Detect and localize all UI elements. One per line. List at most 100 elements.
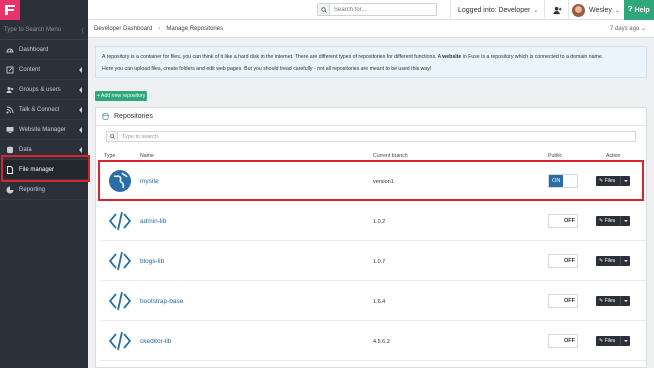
files-button[interactable]: ✎ Files [596, 336, 630, 346]
dashboard-icon [6, 46, 14, 54]
caret-left-icon [79, 87, 82, 93]
sidebar-item-label: Talk & Connect [19, 106, 60, 113]
files-button[interactable]: ✎ Files [596, 296, 630, 306]
repository-name-link[interactable]: ckeditor-lib [140, 338, 171, 345]
app-logo[interactable] [0, 0, 20, 20]
help-label: Help [634, 6, 650, 14]
info-line-2: Here you can upload files, create folder… [102, 66, 432, 72]
code-icon [108, 249, 132, 273]
search-icon [107, 132, 118, 141]
sidebar-item-label: Reporting [19, 186, 46, 193]
files-label: Files [604, 298, 616, 304]
current-branch: 1.0.7 [373, 259, 386, 265]
files-dropdown-toggle[interactable] [620, 336, 630, 346]
filter-placeholder: Type to search [122, 133, 159, 140]
toggle-off-label: OFF [564, 218, 575, 224]
table-row[interactable]: ckeditor-lib 4.5.6.2 OFF ✎ Files [100, 323, 646, 361]
highlight-box-file-manager [1, 155, 90, 182]
sidebar-item-reporting[interactable]: Reporting [0, 180, 88, 200]
chevron-left-icon[interactable]: 〈 [78, 26, 84, 35]
sidebar-item-website-manager[interactable]: Website Manager [0, 120, 88, 140]
column-header-type: Type [104, 153, 116, 159]
sidebar-item-groups-users[interactable]: Groups & users [0, 80, 88, 100]
username: Wesley [589, 6, 612, 14]
top-search [317, 3, 437, 16]
sidebar-item-talk-connect[interactable]: Talk & Connect [0, 100, 88, 120]
toggle-off-label: OFF [564, 258, 575, 264]
caret-left-icon [79, 107, 82, 113]
breadcrumb-item[interactable]: Manage Repositories [166, 26, 223, 32]
avatar [572, 3, 585, 17]
table-row[interactable]: admin-lib 1.0.2 OFF ✎ Files [100, 203, 646, 241]
repository-name-link[interactable]: bootstrap-base [140, 298, 183, 305]
toggle-off-label: OFF [564, 338, 575, 344]
add-repository-button[interactable]: + Add new repository [95, 91, 147, 101]
help-button[interactable]: ❓︎ Help [624, 0, 654, 20]
current-branch: 4.5.6.2 [373, 339, 390, 345]
sidebar-item-label: Website Manager [19, 126, 66, 133]
repositories-panel: Repositories Type to search Type Name Cu… [95, 107, 647, 368]
sidebar-item-label: Dashboard [19, 46, 49, 53]
breadcrumb-item[interactable]: Developer Dashboard [94, 26, 152, 32]
caret-left-icon [79, 127, 82, 133]
time-ago-dropdown[interactable]: 7 days ago ⌄ [610, 25, 646, 32]
public-toggle[interactable]: OFF [548, 334, 578, 348]
panel-header: Repositories [96, 108, 646, 126]
divider [544, 0, 545, 20]
divider [568, 0, 569, 20]
menu-search-input[interactable]: Type to Search Menu 〈 [0, 20, 88, 40]
sidebar: Type to Search Menu 〈 Dashboard Content … [0, 0, 88, 368]
database-icon [6, 146, 14, 154]
divider [450, 0, 451, 20]
caret-left-icon [79, 147, 82, 153]
breadcrumb: Developer Dashboard › Manage Repositorie… [88, 20, 654, 38]
sidebar-item-label: Content [19, 66, 41, 73]
edit-icon: ✎ [599, 218, 604, 224]
menu-search-placeholder: Type to Search Menu [4, 26, 62, 33]
edit-icon: ✎ [599, 338, 604, 344]
sidebar-item-dashboard[interactable]: Dashboard [0, 40, 88, 60]
files-label: Files [604, 258, 616, 264]
add-user-icon[interactable] [551, 4, 563, 16]
users-icon [6, 86, 14, 94]
edit-icon: ✎ [599, 258, 604, 264]
sidebar-item-content[interactable]: Content [0, 60, 88, 80]
edit-icon: ✎ [599, 298, 604, 304]
files-button[interactable]: ✎ Files [596, 216, 630, 226]
files-label: Files [604, 338, 616, 344]
public-toggle[interactable]: OFF [548, 294, 578, 308]
column-header-name: Name [140, 153, 154, 159]
user-menu[interactable]: Wesley ⌄ [572, 0, 620, 20]
files-dropdown-toggle[interactable] [620, 296, 630, 306]
content-icon [6, 66, 14, 74]
top-bar: Logged into: Developer ⌄ Wesley ⌄ ❓︎ Hel… [88, 0, 654, 20]
repository-name-link[interactable]: blogs-lib [140, 258, 164, 265]
breadcrumb-separator: › [158, 25, 161, 32]
table-row[interactable]: blogs-lib 1.0.7 OFF ✎ Files [100, 243, 646, 281]
search-icon[interactable] [318, 4, 330, 15]
caret-left-icon [79, 67, 82, 73]
search-input[interactable] [330, 6, 430, 13]
public-toggle[interactable]: OFF [548, 254, 578, 268]
public-toggle[interactable]: OFF [548, 214, 578, 228]
files-dropdown-toggle[interactable] [620, 256, 630, 266]
sidebar-item-label: Data [19, 146, 32, 153]
repository-name-link[interactable]: admin-lib [140, 218, 166, 225]
info-line-1: A repository is a container for files, y… [102, 54, 604, 60]
files-label: Files [604, 218, 616, 224]
table-row[interactable]: bootstrap-base 1.6.4 OFF ✎ Files [100, 283, 646, 321]
help-icon: ❓︎ [628, 6, 633, 13]
logged-in-dropdown[interactable]: Logged into: Developer ⌄ [458, 0, 538, 20]
highlight-box-mysite-row [98, 160, 644, 201]
toggle-off-label: OFF [564, 298, 575, 304]
filter-input[interactable]: Type to search [106, 131, 636, 142]
code-icon [108, 329, 132, 353]
code-icon [108, 289, 132, 313]
files-dropdown-toggle[interactable] [620, 216, 630, 226]
chevron-down-icon: ⌄ [614, 7, 620, 14]
time-ago-label: 7 days ago [609, 26, 640, 32]
logo-icon [5, 5, 15, 15]
column-header-branch: Current branch [373, 153, 408, 159]
chevron-down-icon: ⌄ [533, 7, 539, 14]
files-button[interactable]: ✎ Files [596, 256, 630, 266]
